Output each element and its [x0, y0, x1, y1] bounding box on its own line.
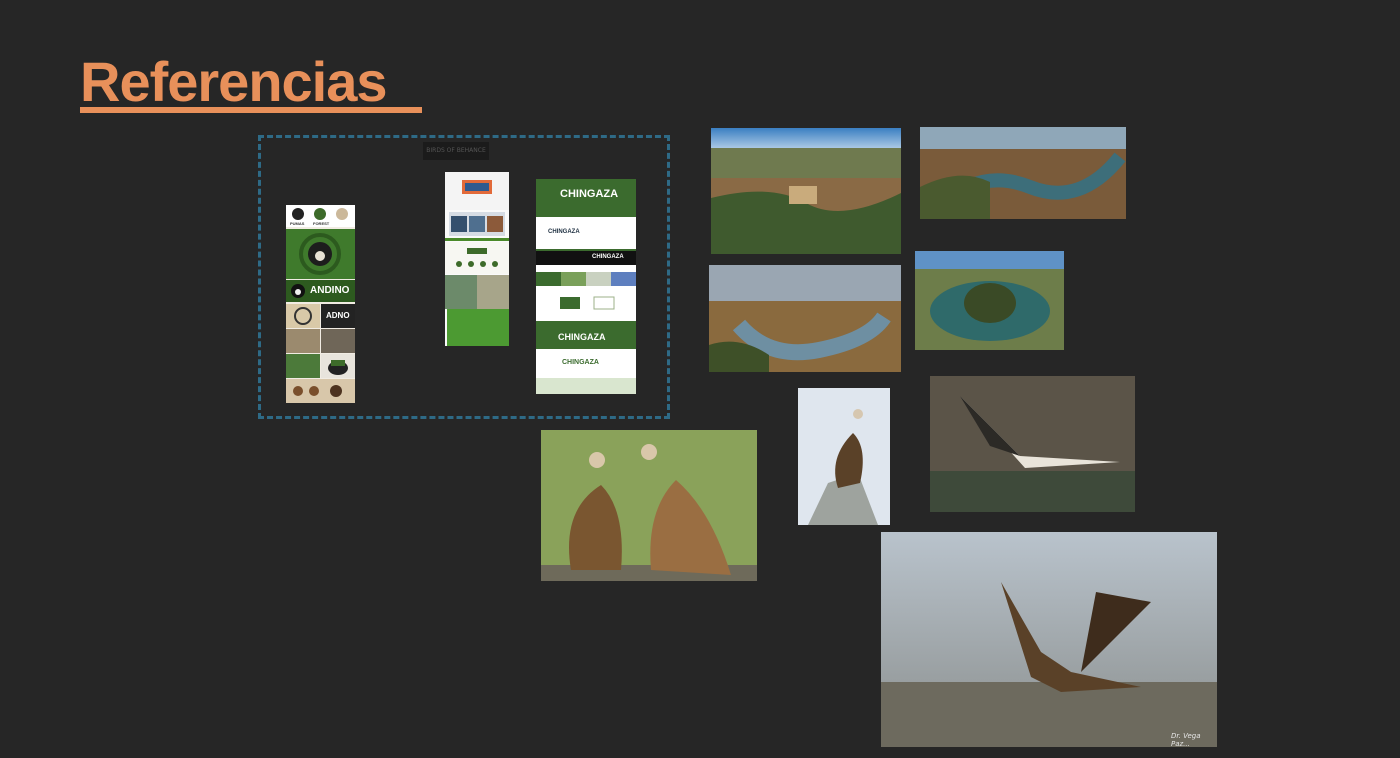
photo-river-meander-1[interactable]	[920, 127, 1126, 219]
chingaza-palette	[536, 271, 636, 286]
birds-icon-row	[456, 248, 498, 267]
brand-board-andino[interactable]: PUMAS FOREST ANDINO ADNO	[286, 205, 355, 403]
slide-title: Referencias	[80, 50, 388, 113]
board-andino-banner: ANDINO	[286, 280, 355, 302]
board-tile-photo-b	[321, 329, 355, 353]
chingaza-mark-icons	[560, 296, 615, 310]
two-vultures-image	[541, 430, 757, 581]
photo-vulture-flight[interactable]: Dr. Vega Paz...	[881, 532, 1217, 747]
board-label-adno: ADNO	[326, 311, 350, 320]
cap-icon	[328, 360, 348, 375]
chingaza-mark-row	[536, 287, 636, 319]
cookie-icons	[293, 385, 342, 397]
title-underline	[80, 107, 422, 113]
photo-watermark: Dr. Vega Paz...	[1171, 732, 1201, 747]
birds-photo-poster	[477, 275, 509, 309]
photo-vulture-gliding[interactable]	[930, 376, 1135, 512]
river-meander-2-image	[709, 265, 901, 372]
birds-pattern-green	[447, 309, 509, 346]
photo-canyon-hermitage[interactable]	[711, 128, 901, 254]
board-tile-beige	[286, 304, 320, 328]
chingaza-dark-bar: CHINGAZA	[536, 251, 636, 265]
chingaza-logo-text-4: CHINGAZA	[562, 359, 599, 366]
birds-icons-panel	[445, 242, 509, 274]
chingaza-pattern-strip	[536, 378, 636, 394]
board-tile-photo-a	[286, 329, 320, 353]
board-bear-panel	[286, 229, 355, 279]
chingaza-title: CHINGAZA	[560, 188, 619, 200]
board-tile-cap	[321, 354, 355, 378]
bear-badge-icon	[299, 233, 341, 275]
chingaza-logo-text-2: CHINGAZA	[592, 254, 624, 260]
birds-header	[445, 172, 509, 210]
reference-group-label: BIRDS OF BEHANCE	[423, 142, 489, 160]
photo-vulture-perched[interactable]	[798, 388, 890, 525]
birds-photo-strip	[449, 212, 505, 236]
brand-board-chingaza[interactable]: CHINGAZA CHINGAZA CHINGAZA CHINGAZA CHIN…	[536, 179, 636, 394]
bear-mark-icon	[291, 284, 305, 298]
chingaza-footer-banner: CHINGAZA	[536, 321, 636, 349]
board-label-andino: ANDINO	[310, 285, 350, 296]
chingaza-bottom-logos: CHINGAZA	[536, 351, 636, 377]
board-tile-dark: ADNO	[321, 304, 355, 328]
birds-logo-icon	[462, 180, 492, 194]
river-island-image	[915, 251, 1064, 350]
chingaza-header: CHINGAZA	[536, 179, 636, 217]
board-icon-row: PUMAS FOREST	[286, 205, 355, 227]
color-swatches	[536, 272, 636, 286]
brand-board-birds[interactable]	[445, 172, 509, 346]
photo-river-island[interactable]	[915, 251, 1064, 350]
photo-river-meander-2[interactable]	[709, 265, 901, 372]
birds-photo-landscape	[445, 275, 477, 309]
board-tile-photo-c	[286, 354, 320, 378]
birds-thumbnails	[451, 216, 503, 232]
photo-two-vultures[interactable]	[541, 430, 757, 581]
vulture-flight-image	[881, 532, 1217, 747]
bear-outline-icon	[294, 307, 312, 325]
chingaza-logo-row: CHINGAZA	[536, 219, 636, 251]
birds-divider	[445, 238, 509, 241]
vulture-perched-image	[798, 388, 890, 525]
chingaza-logo-text-3: CHINGAZA	[558, 332, 606, 342]
board-tile-cookies	[286, 379, 355, 403]
board-label-pumas: PUMAS	[290, 221, 305, 226]
vulture-gliding-image	[930, 376, 1135, 512]
chingaza-logo-text-1: CHINGAZA	[548, 229, 580, 235]
river-meander-1-image	[920, 127, 1126, 219]
board-label-forest: FOREST	[313, 221, 330, 226]
canyon-hermitage-image	[711, 128, 901, 254]
